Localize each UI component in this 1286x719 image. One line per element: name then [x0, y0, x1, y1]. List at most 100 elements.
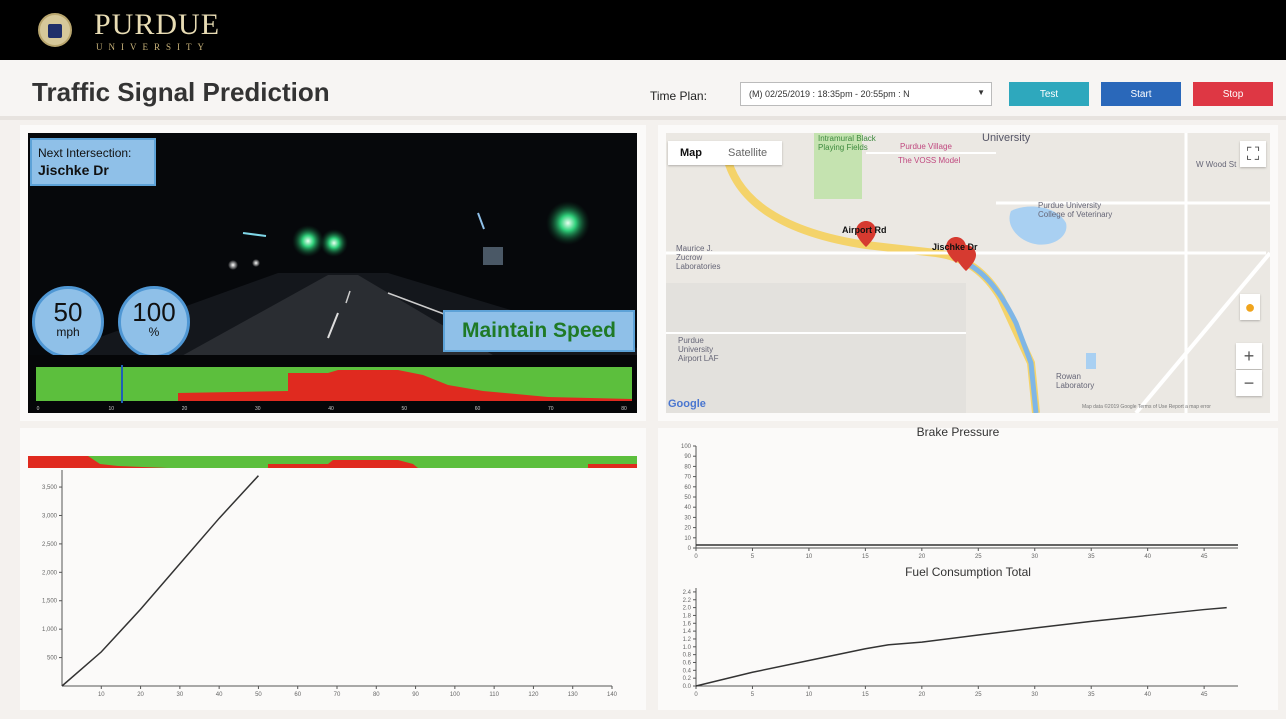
timeline-tick-label: 10 — [108, 406, 114, 412]
tab-map[interactable]: Map — [680, 147, 702, 159]
map-label-voss-model: The VOSS Model — [898, 156, 961, 165]
tab-satellite[interactable]: Satellite — [728, 147, 767, 159]
pegman-icon[interactable]: ● — [1240, 294, 1260, 320]
x-tick-label: 5 — [751, 692, 755, 698]
map-label-college-vet: Purdue University College of Veterinary — [1038, 201, 1113, 219]
y-tick-label: 70 — [684, 475, 691, 481]
map-label-jischke-dr: Jischke Dr — [932, 242, 978, 252]
map-label-airport-rd: Airport Rd — [842, 225, 887, 235]
confidence-unit: % — [148, 325, 160, 339]
series-line — [61, 475, 259, 687]
test-button[interactable]: Test — [1009, 82, 1089, 106]
y-tick-label: 2.2 — [683, 598, 692, 604]
map-label-rowan: Rowan Laboratory — [1056, 372, 1095, 390]
x-tick-label: 30 — [177, 692, 184, 698]
series-line — [695, 606, 1227, 687]
x-tick-label: 20 — [918, 692, 925, 698]
x-tick-label: 140 — [607, 692, 618, 698]
y-tick-label: 1.4 — [683, 629, 692, 635]
y-tick-label: 1.6 — [683, 621, 692, 627]
speed-advice: Maintain Speed — [443, 310, 635, 352]
x-tick-label: 40 — [216, 692, 223, 698]
y-tick-label: 90 — [684, 454, 691, 460]
fuel-consumption-chart: 0 5 10 15 20 25 30 35 40 45 0.0 0.2 0.4 0.60.8 1.0 1.2 1… — [683, 588, 1238, 698]
x-tick-label: 45 — [1201, 692, 1208, 698]
fuel-chart-title: Fuel Consumption Total — [905, 565, 1031, 579]
fullscreen-icon[interactable]: ⛶ — [1240, 141, 1266, 167]
y-tick-label: 100 — [681, 444, 692, 450]
timeline-tick-label: 60 — [475, 406, 481, 412]
map-label-purdue-village: Purdue Village — [900, 142, 952, 151]
timeline-tick-label: 40 — [328, 406, 334, 412]
x-tick-label: 15 — [862, 554, 869, 558]
y-tick-label: 0.2 — [683, 676, 692, 682]
y-tick-label: 500 — [47, 656, 58, 662]
map-canvas — [666, 133, 1270, 413]
y-tick-label: 0.8 — [683, 653, 692, 659]
y-tick-label: 3,500 — [42, 485, 58, 491]
x-tick-label: 25 — [975, 692, 982, 698]
x-tick-label: 45 — [1201, 554, 1208, 558]
y-tick-label: 80 — [684, 464, 691, 470]
distance-chart: 10 20 30 40 50 60 70 80 90 100 110 120 130 140 500 1,00… — [28, 456, 637, 698]
x-tick-label: 70 — [334, 692, 341, 698]
start-button[interactable]: Start — [1101, 82, 1181, 106]
top-bar: PURDUE UNIVERSITY — [0, 0, 1286, 60]
y-tick-label: 1.8 — [683, 613, 692, 619]
y-tick-label: 1,000 — [42, 627, 58, 633]
next-intersection-value: Jischke Dr — [38, 162, 109, 178]
timeline-tick-label: 20 — [182, 406, 188, 412]
map-label-wood-st: W Wood St — [1196, 160, 1237, 169]
stop-button[interactable]: Stop — [1193, 82, 1273, 106]
map-credit[interactable]: Map data ©2019 Google Terms of Use Repor… — [1082, 404, 1211, 410]
x-tick-label: 20 — [918, 554, 925, 558]
google-logo: Google — [668, 398, 706, 410]
x-tick-label: 40 — [1144, 554, 1151, 558]
zoom-out-button[interactable]: − — [1236, 370, 1262, 396]
y-tick-label: 1.2 — [683, 637, 692, 643]
brand-subtitle: UNIVERSITY — [96, 42, 210, 52]
map-label-purdue-airport: Purdue University Airport LAF — [678, 336, 719, 363]
y-tick-label: 40 — [684, 505, 691, 511]
y-tick-label: 0.6 — [683, 660, 692, 666]
y-tick-label: 2.0 — [683, 606, 692, 612]
y-tick-label: 10 — [684, 536, 691, 542]
page-title: Traffic Signal Prediction — [32, 77, 330, 107]
x-tick-label: 40 — [1144, 692, 1151, 698]
map-type-tabs: Map Satellite — [668, 141, 782, 165]
speed-unit: mph — [56, 325, 80, 339]
route-map[interactable] — [666, 133, 1270, 413]
y-tick-label: 2,500 — [42, 542, 58, 548]
next-intersection-label: Next Intersection: — [38, 146, 132, 160]
map-label-zucrow: Maurice J. Zucrow Laboratories — [676, 244, 721, 271]
x-tick-label: 30 — [1031, 692, 1038, 698]
zoom-in-button[interactable]: + — [1236, 343, 1262, 369]
speed-gauge: 50 mph — [32, 286, 104, 358]
x-tick-label: 100 — [450, 692, 461, 698]
y-tick-label: 1.0 — [683, 645, 692, 651]
brand-name: PURDUE — [94, 8, 221, 41]
brake-pressure-chart: 0 5 10 15 20 25 30 35 40 45 0 10 20 30 40 50 60 70 80 90 100 — [681, 444, 1238, 558]
y-tick-label: 0 — [688, 546, 692, 552]
timeline-tick-label: 50 — [401, 406, 407, 412]
speed-value: 50 — [53, 297, 83, 327]
chevron-down-icon: ▼ — [977, 88, 985, 97]
x-tick-label: 130 — [568, 692, 579, 698]
x-tick-label: 35 — [1088, 554, 1095, 558]
y-tick-label: 50 — [684, 495, 691, 501]
y-tick-label: 60 — [684, 485, 691, 491]
x-tick-label: 80 — [373, 692, 380, 698]
map-label-intramural: Intramural Black Playing Fields — [818, 134, 876, 152]
x-tick-label: 25 — [975, 554, 982, 558]
y-tick-label: 3,000 — [42, 513, 58, 519]
x-tick-label: 60 — [294, 692, 301, 698]
y-tick-label: 2,000 — [42, 570, 58, 576]
time-plan-select[interactable]: (M) 02/25/2019 : 18:35pm - 20:55pm : N ▼ — [740, 82, 992, 106]
x-tick-label: 15 — [862, 692, 869, 698]
time-plan-label: Time Plan: — [650, 89, 707, 103]
y-tick-label: 20 — [684, 526, 691, 532]
x-tick-label: 120 — [528, 692, 539, 698]
x-tick-label: 10 — [98, 692, 105, 698]
y-tick-label: 0.0 — [683, 684, 692, 690]
x-tick-label: 30 — [1031, 554, 1038, 558]
